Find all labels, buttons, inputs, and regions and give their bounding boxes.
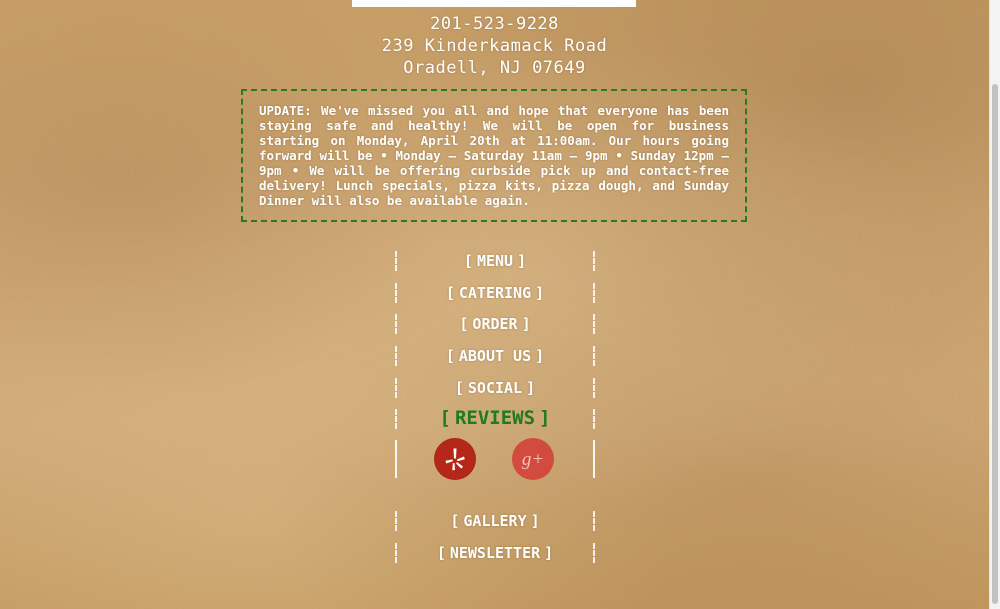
main-nav: [MENU] [CATERING] [ORDER] [ABOUT US] [SO… [395,246,595,570]
nav-link-order[interactable]: [ORDER] [395,315,595,333]
nav-link-social[interactable]: [SOCIAL] [395,379,595,397]
nav-label-reviews: REVIEWS [454,407,536,430]
bracket-open: [ [439,407,451,430]
bracket-close: ] [544,543,554,562]
bracket-close: ] [535,283,545,302]
nav-row-gallery: [GALLERY] [395,506,595,538]
nav-label-about-us: ABOUT US [458,347,532,366]
bracket-open: [ [463,252,473,270]
nav-row-newsletter: [NEWSLETTER] [395,538,595,570]
nav-row-catering: [CATERING] [395,278,595,310]
nav-label-gallery: GALLERY [463,512,527,531]
nav-link-reviews[interactable]: [REVIEWS] [395,407,595,429]
nav-row-menu: [MENU] [395,246,595,278]
street-address: 239 Kinderkamack Road [381,36,608,56]
scrollbar-thumb[interactable] [992,84,998,604]
nav-link-newsletter[interactable]: [NEWSLETTER] [395,544,595,562]
bracket-open: [ [450,512,460,531]
nav-row-social: [SOCIAL] [395,373,595,405]
nav-row-reviews: [REVIEWS] [395,404,595,436]
nav-label-order: ORDER [472,315,518,334]
bracket-close: ] [521,315,531,334]
bracket-close: ] [539,407,551,430]
bracket-open: [ [459,315,469,334]
city-address: Oradell, NJ 07649 [403,58,586,78]
vertical-scrollbar[interactable] [989,0,1000,609]
bracket-close: ] [517,252,527,270]
bracket-close: ] [530,512,540,531]
nav-link-catering[interactable]: [CATERING] [395,284,595,302]
google-plus-glyph: g+ [522,449,544,470]
nav-label-newsletter: NEWSLETTER [449,543,541,562]
yelp-glyph [445,448,465,471]
bracket-open: [ [445,347,455,366]
google-plus-icon[interactable]: g+ [512,438,554,481]
google-plus-glyph-text: g+ [522,449,544,470]
bracket-open: [ [436,543,446,562]
update-notice-text: UPDATE: We've missed you all and hope th… [259,103,729,208]
nav-link-about-us[interactable]: [ABOUT US] [395,347,595,365]
review-icons-row: g+ [395,436,595,506]
phone-number[interactable]: 201-523-9228 [0,14,989,34]
bracket-open: [ [445,283,455,302]
nav-row-order: [ORDER] [395,309,595,341]
nav-label-social: SOCIAL [467,378,523,397]
bracket-close: ] [535,347,545,366]
update-notice: UPDATE: We've missed you all and hope th… [241,89,747,222]
nav-link-gallery[interactable]: [GALLERY] [395,512,595,530]
yelp-icon[interactable] [434,438,476,481]
bracket-open: [ [454,378,464,397]
logo-strip [352,0,636,7]
nav-label-menu: MENU [476,252,514,270]
bracket-close: ] [526,378,536,397]
nav-label-catering: CATERING [458,283,532,302]
nav-row-about: [ABOUT US] [395,341,595,373]
page: 201-523-9228 239 Kinderkamack Road Orade… [0,0,989,609]
nav-link-menu[interactable]: [MENU] [395,252,595,270]
